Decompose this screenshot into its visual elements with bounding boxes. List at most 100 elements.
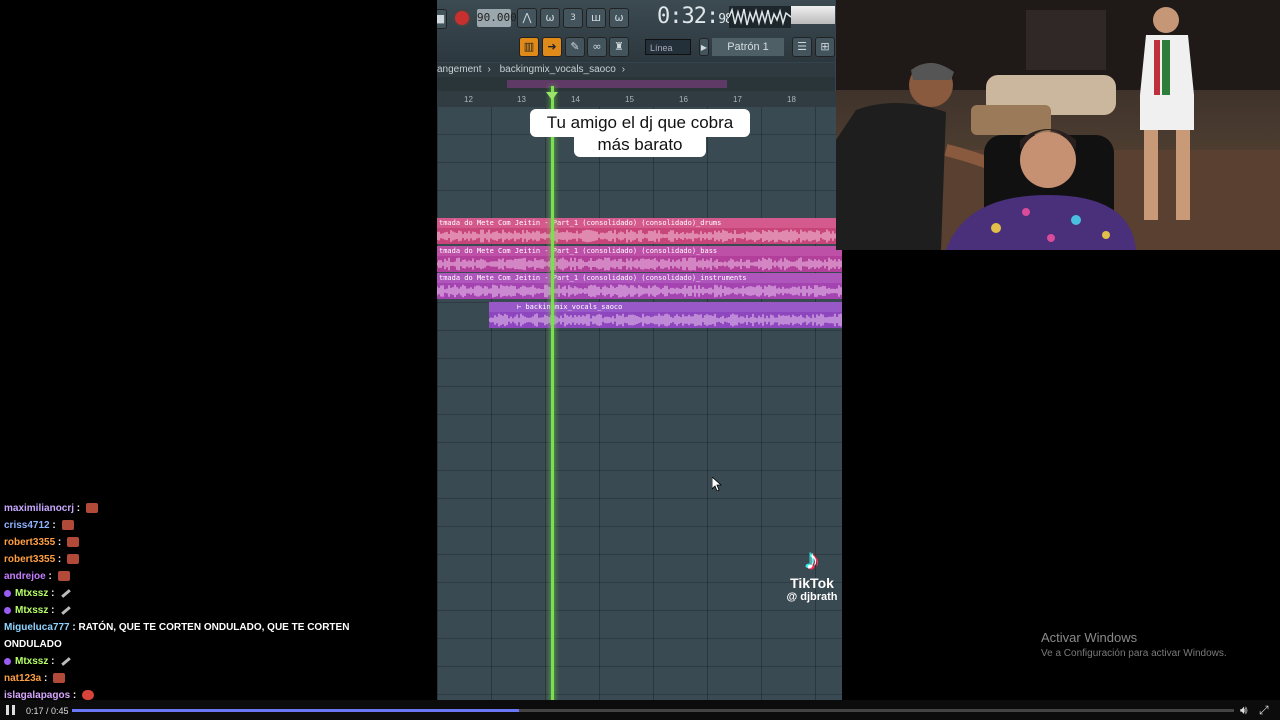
oscilloscope-display [729,6,791,28]
breadcrumb: angement › backingmix_vocals_saoco › [437,63,835,77]
progress-fill [72,709,520,712]
playback-time: 0:17 / 0:45 [26,706,69,716]
tiktok-watermark: ♪ TikTok @ djbrath [782,544,842,604]
tempo-display[interactable]: 90.000 [477,9,517,27]
audio-clip-drums[interactable]: tmada do Mete Com Jeitin - Part_1 (conso… [437,218,842,244]
chat-text: ONDULADO [4,639,62,650]
fullscreen-icon[interactable]: ⤢ [1259,703,1273,717]
daw-toolbar: ■ 90.000 ⋀ ω 3 ш ω 0:32:98 ▥ ➜ ✎ ∞ ♜ Lín… [437,0,835,62]
piano-roll-icon[interactable]: ▥ [519,37,539,57]
volume-icon[interactable]: 🔊︎ [1240,703,1254,717]
pause-button[interactable] [6,705,15,715]
knife-emote-icon [61,588,72,598]
chat-message: Mtxssz : [4,602,434,619]
chat-username[interactable]: nat123a [4,673,41,684]
ruler-tick: 18 [787,95,796,104]
arrow-icon[interactable]: ➜ [542,37,562,57]
caption-line-1: Tu amigo el dj que cobra [546,113,734,132]
chat-username[interactable]: Mtxssz [15,588,48,599]
clip-label: tmada do Mete Com Jeitin - Part_1 (conso… [437,273,842,283]
pencil-icon[interactable]: ✎ [565,37,585,57]
record-button[interactable] [453,9,471,27]
clip-label: ⊢ backingmix_vocals_saoco [489,302,842,312]
clip-label: tmada do Mete Com Jeitin - Part_1 (conso… [437,218,842,228]
tiktok-logo-icon: ♪ [805,544,819,575]
audio-clip-instruments[interactable]: tmada do Mete Com Jeitin - Part_1 (conso… [437,273,842,299]
oscilloscope-waveform [729,7,791,26]
chat-username[interactable]: robert3355 [4,554,55,565]
snap-selector[interactable]: Línea [645,39,691,55]
cpu-meter [791,6,835,24]
playlist-grid[interactable] [437,107,842,703]
ruler-tick: 16 [679,95,688,104]
video-caption: Tu amigo el dj que cobra más barato [530,109,750,157]
timeline-ruler[interactable]: 12 13 14 15 16 17 18 [437,91,842,108]
chat-colon: : [41,673,51,684]
clip-label: tmada do Mete Com Jeitin - Part_1 (conso… [437,246,842,256]
stamp-icon[interactable]: ♜ [609,37,629,57]
wait-input-icon[interactable]: ω [540,8,560,28]
chat-username[interactable]: criss4712 [4,520,50,531]
waveform [488,313,842,327]
ruler-tick: 13 [517,95,526,104]
chat-username[interactable]: Migueluca777 [4,622,70,633]
prev-pattern-icon[interactable]: ▶ [699,38,709,56]
chat-colon: : [48,605,58,616]
chat-message: nat123a : [4,670,434,687]
emote-icon [67,537,80,548]
activation-subtitle: Ve a Configuración para activar Windows. [1041,648,1227,659]
chat-message: Mtxssz : [4,585,434,602]
chat-colon: : [49,520,59,531]
breadcrumb-separator: › [621,64,626,75]
tiktok-brand: TikTok [790,575,834,591]
playhead[interactable] [551,86,554,703]
emote-icon [61,520,74,531]
stop-button[interactable]: ■ [437,9,447,29]
chat-colon: : [48,656,58,667]
face-emote-icon [82,690,95,701]
chat-text: RATÓN, QUE TE CORTEN ONDULADO, QUE TE CO… [78,622,350,633]
loop-record-icon[interactable]: ω [609,8,629,28]
pattern-selector[interactable]: Patrón 1 [712,38,784,56]
chat-colon: : [55,554,65,565]
chat-username[interactable]: Mtxssz [15,605,48,616]
chat-username[interactable]: andrejoe [4,571,46,582]
waveform [437,284,842,298]
chat-message: Mtxssz : [4,653,434,670]
audio-clip-bass[interactable]: tmada do Mete Com Jeitin - Part_1 (conso… [437,246,842,272]
windows-activation-watermark: Activar Windows Ve a Configuración para … [1041,630,1227,659]
chat-username[interactable]: robert3355 [4,537,55,548]
sub-badge-icon [4,606,11,614]
emote-icon [67,554,80,565]
ruler-tick: 14 [571,95,580,104]
countdown-icon[interactable]: 3 [563,8,583,28]
knife-emote-icon [61,656,72,666]
knife-emote-icon [61,605,72,615]
overview-strip[interactable] [437,77,835,91]
chat-message: Migueluca777 : RATÓN, QUE TE CORTEN ONDU… [4,619,434,636]
ruler-tick: 17 [733,95,742,104]
chat-colon: : [74,503,83,514]
link-icon[interactable]: ∞ [587,37,607,57]
chat-message: andrejoe : [4,568,434,585]
tiktok-username: @ djbrath [786,591,838,603]
chat-colon: : [55,537,65,548]
playhead-marker-icon[interactable] [546,92,558,100]
breadcrumb-item[interactable]: backingmix_vocals_saoco [500,64,616,75]
stream-chat: maximilianocrj : criss4712 : robert3355 … [4,500,434,704]
chat-message: criss4712 : [4,517,434,534]
activation-title: Activar Windows [1041,630,1138,645]
mixer-icon[interactable]: ☰ [792,37,812,57]
progress-bar[interactable] [72,709,1234,712]
metronome-icon[interactable]: ⋀ [517,8,537,28]
mouse-cursor-icon [712,477,722,491]
channel-rack-icon[interactable]: ⊞ [815,37,835,57]
waveform [437,257,842,271]
chat-username[interactable]: maximilianocrj [4,503,74,514]
chat-username[interactable]: Mtxssz [15,656,48,667]
audio-clip-vocals[interactable]: ⊢ backingmix_vocals_saoco [488,302,842,328]
webcam-feed [836,0,1280,250]
breadcrumb-item[interactable]: angement [437,64,481,75]
emote-icon [57,571,70,582]
blend-notes-icon[interactable]: ш [586,8,606,28]
